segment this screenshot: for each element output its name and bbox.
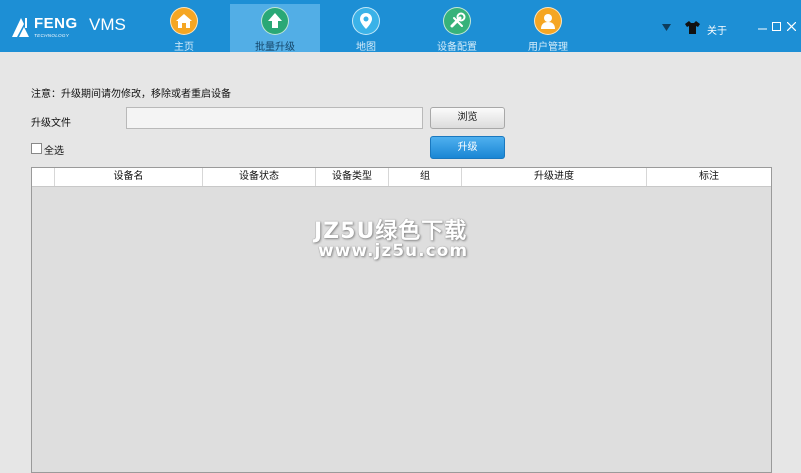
tab-device-config-label: 设备配置 [437,42,477,53]
column-header-device-status[interactable]: 设备状态 [202,168,315,186]
upgrade-file-label: 升级文件 [31,118,71,129]
tab-batch-upgrade-label: 批量升级 [255,42,295,53]
wrench-icon [443,7,471,35]
column-header-note[interactable]: 标注 [646,168,771,186]
about-link[interactable]: 关于 [707,22,727,37]
upgrade-notice: 注意：升级期间请勿修改，移除或者重启设备 [31,89,231,100]
column-header-upgrade-progress[interactable]: 升级进度 [461,168,646,186]
upgrade-file-field[interactable] [126,107,423,129]
column-header-device-type[interactable]: 设备类型 [315,168,388,186]
tab-batch-upgrade[interactable]: 批量升级 [230,4,320,53]
user-icon [534,7,562,35]
tab-map-label: 地图 [356,42,376,53]
tab-user-management[interactable]: 用户管理 [503,4,593,53]
table-header: 设备名 设备状态 设备类型 组 升级进度 标注 [32,168,771,187]
upload-arrow-icon [261,7,289,35]
app-name: VMS [89,15,126,34]
tab-device-config[interactable]: 设备配置 [412,4,502,53]
logo-subtext: TECHNOLOGY [34,33,70,38]
tab-user-management-label: 用户管理 [528,42,568,53]
select-all-checkbox-box[interactable] [31,143,42,154]
browse-button[interactable]: 浏览 [430,107,505,129]
upgrade-button[interactable]: 升级 [430,136,505,159]
maximize-icon[interactable] [772,22,781,31]
tab-home[interactable]: 主页 [139,4,229,53]
tab-home-label: 主页 [174,42,194,53]
column-header-select[interactable] [32,168,54,186]
minimize-icon[interactable] [758,24,767,33]
logo-mark-icon [12,18,29,37]
map-pin-icon [352,7,380,35]
column-header-device-name[interactable]: 设备名 [54,168,202,186]
batch-upgrade-panel: 注意：升级期间请勿修改，移除或者重启设备 升级文件 浏览 全选 升级 设备名 设… [0,52,801,473]
title-bar: FENG TECHNOLOGY VMS 主页 批量升级 地图 设备配置 用户管理… [0,0,801,53]
logo-text: FENG [34,15,78,32]
tab-map[interactable]: 地图 [321,4,411,53]
select-all-label: 全选 [44,146,64,157]
column-header-group[interactable]: 组 [388,168,461,186]
home-icon [170,7,198,35]
close-icon[interactable] [787,22,796,31]
device-table[interactable]: 设备名 设备状态 设备类型 组 升级进度 标注 [31,167,772,473]
triangle-down-icon[interactable] [662,24,671,31]
shirt-icon[interactable] [685,21,700,34]
